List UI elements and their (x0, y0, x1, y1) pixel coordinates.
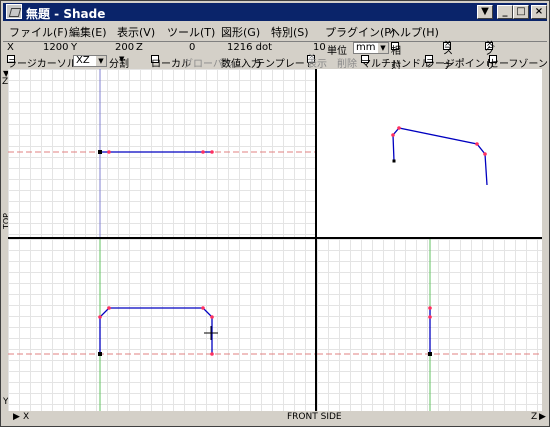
front-view-canvas (8, 239, 315, 411)
menu-file[interactable]: ファイル(F) (9, 24, 68, 40)
shade-app-icon[interactable] (6, 4, 22, 19)
control-point[interactable] (201, 306, 205, 310)
chevron-down-icon: ▼ (378, 43, 388, 53)
axis-select[interactable]: XZ ▼ (73, 55, 107, 67)
multi-handle-label: マルチハンドル (361, 59, 431, 70)
option-bar: ラージカーソル XZ ▼ 分割 ▼ ローカル グローバル 数値入力 テンプレート … (3, 52, 548, 70)
menu-bar: ファイル(F) 編集(E) 表示(V) ツール(T) 図形(G) 特別(S) プ… (3, 22, 547, 40)
large-cursor-label: ラージカーソル (7, 59, 77, 70)
x-value[interactable]: 1200 (43, 42, 68, 53)
system-menu-button[interactable]: ▼ (477, 5, 493, 19)
y-label: Y (71, 42, 78, 53)
shade-window: 無題 - Shade ▼ _ □ × ファイル(F) 編集(E) 表示(V) ツ… (0, 0, 550, 427)
menu-tools[interactable]: ツール(T) (167, 24, 215, 40)
control-point[interactable] (210, 352, 214, 356)
dot-value: 1216 dot (227, 42, 273, 53)
control-point[interactable] (201, 150, 205, 154)
bottom-ruler: ▶ X FRONT SIDE Z ▶ (3, 411, 547, 424)
control-point[interactable] (428, 315, 432, 319)
origin-point[interactable] (98, 150, 102, 154)
x-label: X (7, 42, 14, 53)
control-point[interactable] (98, 315, 102, 319)
template-button[interactable]: テンプレート (255, 55, 315, 70)
perspective-shape[interactable] (392, 127, 488, 186)
control-point[interactable] (428, 306, 432, 310)
control-point[interactable] (107, 150, 111, 154)
top-view-canvas (8, 69, 315, 237)
triangle-right-icon: ▶ (539, 412, 546, 422)
maximize-button[interactable]: □ (513, 5, 529, 19)
control-point[interactable] (483, 152, 487, 156)
menu-plugin[interactable]: プラグイン(P) (325, 24, 395, 40)
window-title: 無題 - Shade (26, 7, 106, 21)
menu-figure[interactable]: 図形(G) (221, 24, 260, 40)
control-point[interactable] (397, 126, 401, 130)
y-value[interactable]: 200 (115, 42, 134, 53)
z-axis-right-label: Z (531, 412, 538, 422)
origin-point[interactable] (428, 352, 432, 356)
menu-help[interactable]: ヘルプ(H) (389, 24, 439, 40)
top-viewport[interactable] (8, 69, 315, 237)
start-point[interactable] (392, 159, 396, 163)
menu-special[interactable]: 特別(S) (271, 24, 309, 40)
control-point[interactable] (475, 142, 479, 146)
control-point[interactable] (107, 306, 111, 310)
perspective-canvas (391, 126, 488, 186)
show-label: 表示 (307, 59, 327, 70)
horizontal-splitter[interactable] (8, 237, 542, 239)
z-value[interactable]: 0 (189, 42, 195, 53)
unit-select[interactable]: mm ▼ (353, 42, 389, 54)
right-edge (542, 69, 547, 411)
side-viewport[interactable] (317, 239, 542, 411)
front-viewport[interactable] (8, 239, 315, 411)
side-view-canvas (317, 239, 542, 411)
control-point[interactable] (210, 315, 214, 319)
front-side-label: FRONT SIDE (287, 412, 342, 422)
control-point[interactable] (210, 150, 214, 154)
chevron-down-icon: ▼ (119, 55, 125, 63)
coordinate-bar: X 1200 Y 200 Z 0 1216 dot 10 単位 mm ▼ 相対座… (3, 39, 547, 102)
title-bar[interactable]: 無題 - Shade ▼ _ □ × (3, 3, 547, 21)
triangle-right-icon: ▶ (13, 412, 20, 422)
vertical-splitter[interactable] (315, 69, 317, 411)
menu-edit[interactable]: 編集(E) (69, 24, 107, 40)
large-point-label: ラージポイント (425, 59, 495, 70)
control-point[interactable] (391, 133, 395, 137)
safe-zone-label: セーフゾーン (489, 59, 548, 70)
front-shape[interactable] (99, 307, 213, 354)
close-button[interactable]: × (531, 5, 547, 19)
unit-select-value: mm (356, 42, 376, 53)
axis-select-value: XZ (76, 55, 90, 66)
minimize-button[interactable]: _ (497, 5, 513, 19)
perspective-viewport[interactable] (317, 69, 542, 237)
x-axis-label: X (23, 412, 30, 422)
z-label: Z (136, 42, 143, 53)
chevron-down-icon: ▼ (96, 56, 106, 66)
menu-view[interactable]: 表示(V) (117, 24, 155, 40)
origin-point[interactable] (98, 352, 102, 356)
delete-button[interactable]: 削除 (337, 55, 357, 70)
